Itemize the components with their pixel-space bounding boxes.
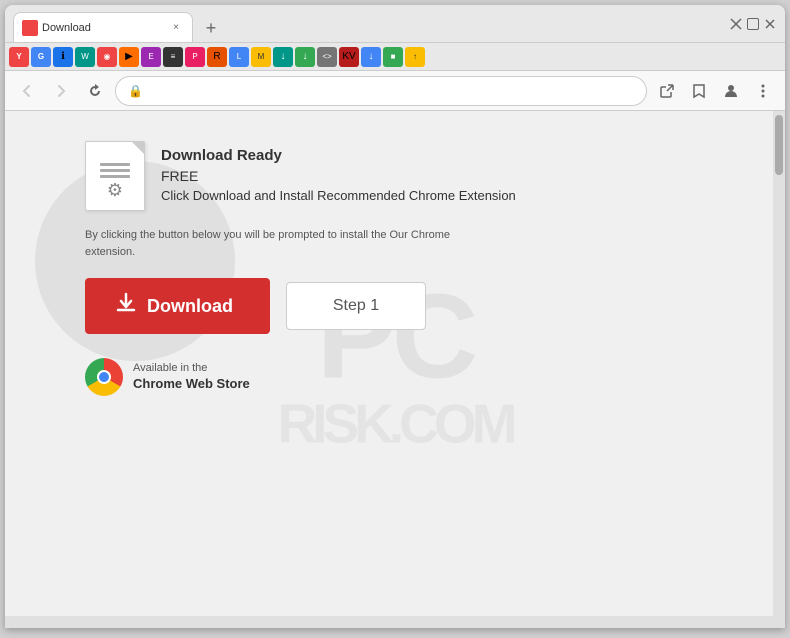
maximize-button[interactable]	[747, 18, 759, 30]
minimize-button[interactable]	[729, 17, 743, 31]
ext-google[interactable]: G	[31, 47, 51, 67]
window-controls	[729, 17, 777, 31]
share-button[interactable]	[653, 77, 681, 105]
file-info-row: ⚙ Download Ready FREE Click Download and…	[85, 141, 685, 211]
cws-available-label: Available in the	[133, 361, 250, 375]
step-button[interactable]: Step 1	[286, 282, 426, 330]
account-button[interactable]	[717, 77, 745, 105]
chrome-logo	[85, 358, 123, 396]
file-meta: Download Ready FREE Click Download and I…	[161, 147, 516, 203]
active-tab[interactable]: Download ×	[13, 12, 193, 42]
file-line-2	[100, 169, 130, 172]
file-title: Download Ready	[161, 147, 516, 164]
toolbar-icons	[653, 77, 777, 105]
chrome-logo-inner	[97, 370, 111, 384]
file-thumbnail: ⚙	[85, 141, 145, 211]
tab-favicon	[22, 20, 38, 36]
scrollbar[interactable]	[773, 111, 785, 616]
bottom-scrollbar[interactable]	[5, 616, 785, 628]
ext-kv[interactable]: KV	[339, 47, 359, 67]
file-price: FREE	[161, 168, 516, 184]
file-line-1	[100, 163, 130, 166]
download-button-label: Download	[147, 296, 233, 317]
ext-9[interactable]: L	[229, 47, 249, 67]
new-tab-button[interactable]: +	[197, 14, 225, 42]
address-bar: 🔒	[5, 71, 785, 111]
extensions-bar: Y G ℹ W ◉ ▶ E ≡ P R L M ↓ ↓ <> KV ↓ ■ ↑	[5, 43, 785, 71]
close-button[interactable]	[763, 17, 777, 31]
ext-5[interactable]: E	[141, 47, 161, 67]
file-lines	[100, 163, 130, 178]
ext-4[interactable]: ▶	[119, 47, 139, 67]
file-desc: Click Download and Install Recommended C…	[161, 188, 516, 203]
ext-6[interactable]: ≡	[163, 47, 183, 67]
download-button[interactable]: Download	[85, 278, 270, 334]
cws-text: Available in the Chrome Web Store	[133, 361, 250, 392]
title-bar: Download × +	[5, 5, 785, 43]
content-card: ⚙ Download Ready FREE Click Download and…	[85, 141, 685, 396]
step-button-label: Step 1	[333, 297, 379, 314]
cws-name-label: Chrome Web Store	[133, 376, 250, 393]
file-line-3	[100, 175, 130, 178]
page-content: PC RISK.COM ⚙ Download Ready FREE	[5, 111, 785, 616]
download-icon	[115, 292, 137, 320]
disclaimer-text: By clicking the button below you will be…	[85, 227, 465, 260]
tab-title: Download	[42, 22, 164, 34]
buttons-row: Download Step 1	[85, 278, 685, 334]
tab-strip: Download × +	[13, 5, 721, 42]
reload-button[interactable]	[81, 77, 109, 105]
ext-14[interactable]: ↓	[361, 47, 381, 67]
ext-15[interactable]: ■	[383, 47, 403, 67]
ext-7[interactable]: P	[185, 47, 205, 67]
scrollbar-thumb[interactable]	[775, 115, 783, 175]
ext-10[interactable]: M	[251, 47, 271, 67]
ext-youtube[interactable]: Y	[9, 47, 29, 67]
ext-13[interactable]: <>	[317, 47, 337, 67]
ext-1[interactable]: ℹ	[53, 47, 73, 67]
menu-button[interactable]	[749, 77, 777, 105]
lock-icon: 🔒	[128, 84, 143, 98]
tab-close-button[interactable]: ×	[168, 20, 184, 36]
back-button[interactable]	[13, 77, 41, 105]
browser-window: Download × + Y G ℹ W ◉ ▶ E ≡ P R L M ↓ ↓	[5, 5, 785, 628]
url-bar[interactable]: 🔒	[115, 76, 647, 106]
file-detail-icon: ⚙	[107, 180, 123, 201]
ext-2[interactable]: W	[75, 47, 95, 67]
bookmark-button[interactable]	[685, 77, 713, 105]
ext-12[interactable]: ↓	[295, 47, 315, 67]
ext-8[interactable]: R	[207, 47, 227, 67]
chrome-web-store-badge[interactable]: Available in the Chrome Web Store	[85, 358, 685, 396]
ext-16[interactable]: ↑	[405, 47, 425, 67]
forward-button[interactable]	[47, 77, 75, 105]
ext-3[interactable]: ◉	[97, 47, 117, 67]
ext-11[interactable]: ↓	[273, 47, 293, 67]
